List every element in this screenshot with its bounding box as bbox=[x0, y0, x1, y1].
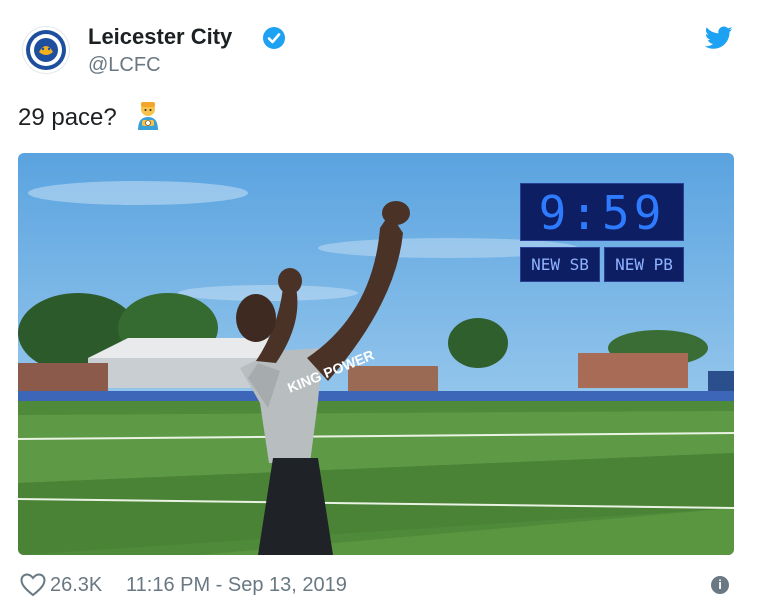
avatar[interactable] bbox=[22, 26, 70, 74]
author-name[interactable]: Leicester City bbox=[88, 24, 232, 50]
timer-display: 9:59 bbox=[520, 183, 684, 241]
tweet-timestamp[interactable]: 11:16 PM - Sep 13, 2019 bbox=[126, 574, 347, 597]
new-pb-badge: NEW PB bbox=[604, 247, 684, 282]
tweet-footer: 26.3K 11:16 PM - Sep 13, 2019 i bbox=[18, 570, 738, 600]
tweet-text: 29 pace? bbox=[18, 104, 117, 131]
new-sb-badge: NEW SB bbox=[520, 247, 600, 282]
info-icon[interactable]: i bbox=[711, 576, 729, 594]
lcfc-crest-icon bbox=[26, 30, 66, 70]
author-handle[interactable]: @LCFC bbox=[88, 54, 161, 77]
twitter-bird-icon[interactable] bbox=[705, 26, 733, 50]
like-count[interactable]: 26.3K bbox=[50, 574, 102, 597]
video-media[interactable]: KING POWER 9:59 NEW SB NEW PB bbox=[18, 153, 734, 555]
heart-icon[interactable] bbox=[20, 573, 46, 597]
person-with-ball-icon bbox=[138, 102, 158, 130]
verified-badge-icon bbox=[263, 27, 285, 49]
